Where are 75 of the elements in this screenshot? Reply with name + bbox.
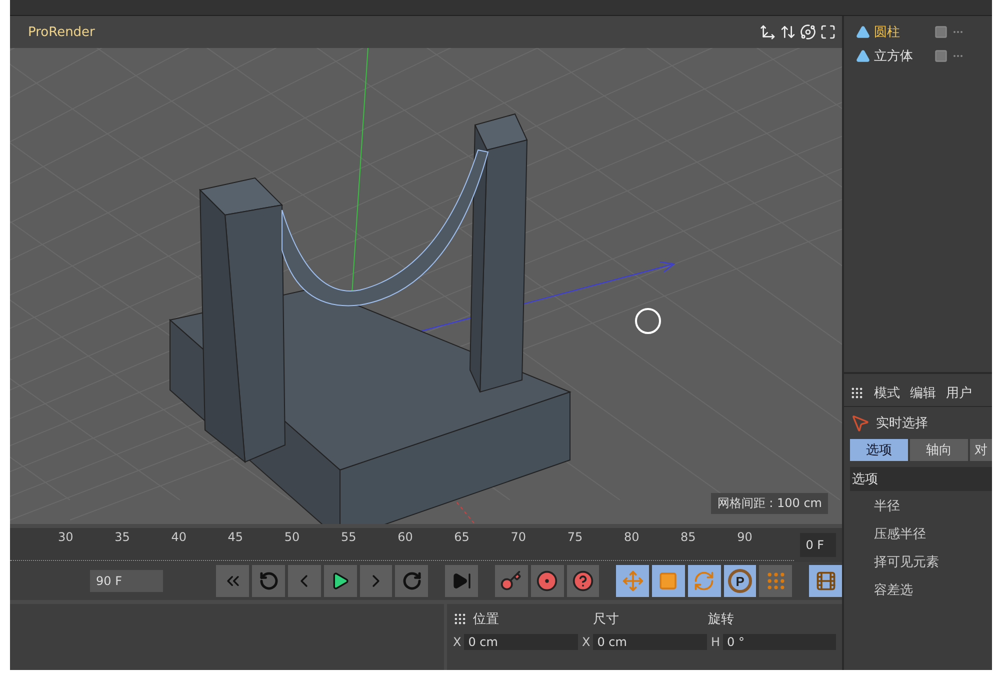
coordinate-field[interactable]: 0 cm [593, 634, 707, 650]
loop-fwd-button[interactable] [395, 565, 428, 597]
coordinate-header: 位置 [473, 611, 500, 628]
skip-forward-icon [452, 571, 472, 591]
frame-tick-label: 90 [737, 530, 754, 544]
frame-tick-label: 55 [340, 530, 358, 544]
coordinate-field[interactable]: 0 cm [464, 634, 578, 650]
timeline-ruler[interactable]: 30 35 40 45 50 55 60 65 70 75 80 85 90 [10, 530, 794, 560]
coordinate-field[interactable]: 0 ° [723, 634, 836, 650]
dolly-icon[interactable] [780, 24, 796, 40]
frame-tick-label: 60 [398, 530, 414, 544]
last-button[interactable] [445, 565, 478, 597]
key-icon [500, 570, 522, 592]
object-name[interactable]: 圆柱 [874, 23, 930, 41]
frame-tick-label: 40 [171, 530, 188, 544]
cursor-circle-icon [635, 308, 661, 334]
tag-icon[interactable] [934, 49, 948, 63]
pan-icon[interactable] [760, 24, 776, 40]
axis-label: H [711, 635, 720, 649]
polygon-object-icon [856, 25, 870, 39]
frame-tick-label: 50 [284, 530, 301, 544]
frame-tick-label: 80 [624, 530, 640, 544]
grip-icon [453, 612, 467, 626]
frame-tick-label: 65 [454, 530, 470, 544]
object-name[interactable]: 立方体 [874, 47, 930, 65]
key-button[interactable] [494, 565, 528, 597]
end-frame-field[interactable]: 90 F [90, 570, 164, 592]
refresh-icon [693, 570, 716, 592]
tab[interactable]: 对 [970, 439, 992, 461]
square-icon [658, 571, 678, 591]
frame-tick-label: 70 [510, 530, 528, 544]
film-icon [814, 570, 837, 592]
menu-item[interactable]: 用户 [946, 384, 972, 402]
frame-tick-label: 30 [58, 530, 74, 544]
move-icon [622, 570, 644, 592]
current-frame-field[interactable]: 0 F [800, 533, 836, 557]
axis-label: X [453, 635, 462, 649]
frame-tick-label: 35 [114, 530, 131, 544]
field-label: 半径 [873, 498, 901, 516]
autokey-button[interactable] [530, 565, 564, 597]
grid-spacing-label: 网格间距 : 100 cm [711, 493, 828, 514]
tab[interactable]: 选项 [850, 439, 908, 461]
viewport-title: ProRender [28, 24, 95, 40]
param-button[interactable]: P [724, 565, 756, 597]
coordinate-header: 旋转 [708, 611, 735, 628]
field-label: 压感半径 [873, 526, 927, 544]
film-button[interactable] [809, 565, 842, 597]
selection-tool-icon [850, 413, 870, 433]
polygon-object-icon [856, 49, 870, 63]
dots-button[interactable] [759, 565, 792, 597]
record-icon [536, 570, 558, 592]
tag-icon[interactable] [934, 25, 948, 39]
frame-tick-label: 45 [228, 530, 244, 544]
loop-back-button[interactable] [252, 565, 286, 597]
play-button[interactable] [324, 565, 357, 597]
frame-tick-label: 85 [680, 530, 697, 544]
rotate-right-icon [402, 571, 422, 591]
viewport[interactable]: 网格间距 : 100 cm [10, 48, 842, 524]
tab[interactable]: 轴向 [910, 439, 968, 461]
axis-label: X [582, 635, 590, 649]
field-label: 容差选 [873, 582, 914, 600]
field-label: 择可见元素 [873, 554, 940, 572]
grip-icon [850, 386, 864, 400]
tool-name: 实时选择 [876, 415, 928, 432]
rotate-left-icon [258, 571, 279, 591]
help-icon [572, 570, 594, 592]
coordinate-header: 尺寸 [593, 611, 620, 628]
help-button[interactable] [566, 565, 600, 597]
first-button[interactable] [216, 565, 250, 597]
menu-item[interactable]: 模式 [874, 384, 900, 402]
orbit-icon[interactable] [800, 24, 816, 40]
frame-tick-label: 75 [567, 530, 584, 544]
menu-item[interactable]: 编辑 [910, 384, 936, 402]
maximize-icon[interactable] [820, 24, 836, 40]
section-header: 选项 [850, 467, 992, 491]
